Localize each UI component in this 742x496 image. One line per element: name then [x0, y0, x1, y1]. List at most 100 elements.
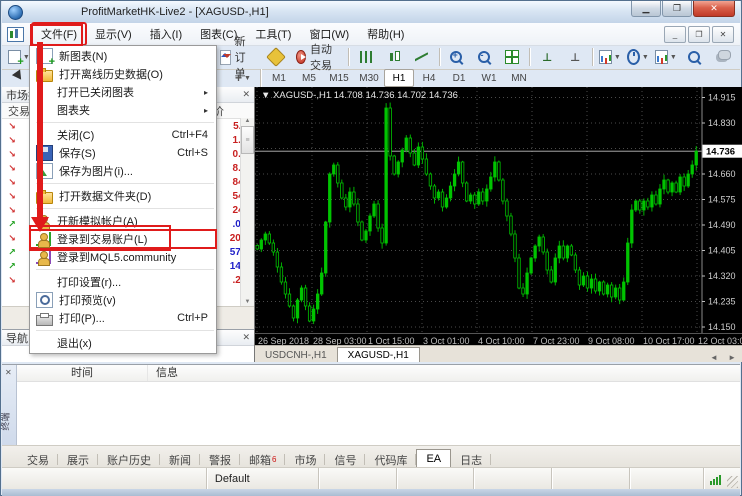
autotrading-button[interactable]: 自动交易: [290, 46, 345, 68]
chart-window[interactable]: 14.91514.83014.66014.57514.49014.40514.3…: [254, 87, 742, 362]
terminal-tab-账户历史[interactable]: 账户历史: [98, 451, 160, 468]
menu-item-shortcut: Ctrl+S: [177, 147, 208, 159]
zoom-out-icon: -: [478, 51, 490, 63]
bar-chart-icon: [360, 51, 372, 63]
file-menu-item-5[interactable]: 关闭(C)Ctrl+F4: [30, 126, 216, 144]
timeframe-m1-button[interactable]: M1: [264, 69, 294, 87]
metaeditor-button[interactable]: [262, 46, 290, 68]
no-icon: [36, 85, 51, 99]
toolbar-separator: [439, 48, 440, 66]
file-menu-item-9[interactable]: 打开数据文件夹(D): [30, 187, 216, 205]
file-menu-item-7[interactable]: 保存为图片(i)...: [30, 162, 216, 180]
file-menu-dropdown: 新图表(N)打开离线历史数据(O)打开已关闭图表 ▸ 图表夹▸ 关闭(C)Ctrl+F…: [29, 45, 217, 354]
file-menu-item-19[interactable]: 退出(x): [30, 334, 216, 352]
terminal-tab-日志[interactable]: 日志: [451, 451, 491, 468]
file-menu-item-12[interactable]: 登录到交易账户(L): [30, 230, 216, 248]
line-chart-button[interactable]: [408, 46, 436, 68]
new-order-button[interactable]: 新订单: [214, 46, 262, 68]
bar-chart-button[interactable]: [352, 46, 380, 68]
close-button[interactable]: ✕: [693, 1, 735, 17]
file-menu-item-0[interactable]: 新图表(N): [30, 47, 216, 65]
app-logo-icon: [8, 5, 23, 20]
terminal-body: [17, 382, 740, 446]
price-up-icon: ↗: [2, 261, 19, 272]
price-up-icon: ↗: [2, 247, 19, 258]
zoom-in-button[interactable]: +: [442, 46, 470, 68]
terminal-close-icon[interactable]: ✕: [5, 368, 12, 377]
search-button[interactable]: [680, 46, 708, 68]
file-menu-item-6[interactable]: 保存(S)Ctrl+S: [30, 144, 216, 162]
file-menu-item-2[interactable]: 打开已关闭图表 ▸: [30, 83, 216, 101]
file-menu-item-16[interactable]: 打印预览(v): [30, 291, 216, 309]
menu-help[interactable]: 帮助(H): [358, 23, 413, 45]
candlestick-chart-icon: [388, 51, 400, 63]
new-order-icon: [220, 50, 230, 65]
toolbar-separator: [260, 69, 261, 87]
timeframe-d1-button[interactable]: D1: [444, 69, 474, 87]
candlestick-chart[interactable]: 14.91514.83014.66014.57514.49014.40514.3…: [255, 87, 742, 333]
timeframe-m5-button[interactable]: M5: [294, 69, 324, 87]
no-icon: [36, 128, 51, 142]
menu-file[interactable]: 文件(F): [32, 23, 86, 45]
file-menu-item-11[interactable]: 开新模拟帐户(A): [30, 212, 216, 230]
terminal-tab-信号[interactable]: 信号: [325, 451, 365, 468]
timeframe-m15-button[interactable]: M15: [324, 69, 354, 87]
community-chat-button[interactable]: [708, 46, 736, 68]
resize-grip[interactable]: [727, 476, 738, 488]
menu-bar-items: 文件(F)显示(V)插入(I)图表(C)工具(T)窗口(W)帮助(H): [32, 23, 413, 45]
restore-button[interactable]: ❐: [662, 1, 692, 17]
market-watch-scrollbar[interactable]: ▲ ≡ ▼: [240, 118, 254, 306]
tile-windows-button[interactable]: [498, 46, 526, 68]
profile-name: Default: [215, 473, 250, 485]
newchart-icon: [36, 48, 53, 64]
child-close-button[interactable]: ✕: [712, 26, 734, 43]
timeframe-w1-button[interactable]: W1: [474, 69, 504, 87]
timeframe-h4-button[interactable]: H4: [414, 69, 444, 87]
file-menu-item-15[interactable]: 打印设置(r)...: [30, 273, 216, 291]
terminal-tab-警报[interactable]: 警报: [200, 451, 240, 468]
svg-text:14.320: 14.320: [708, 271, 736, 281]
timeframe-m30-button[interactable]: M30: [354, 69, 384, 87]
auto-scroll-button[interactable]: ⊥: [533, 46, 561, 68]
menu-item-label: 打开已关闭图表: [57, 84, 196, 100]
templates-button[interactable]: ▼: [652, 46, 680, 68]
chart-tab-scroll-icons[interactable]: ◄ ►: [710, 353, 740, 362]
candlestick-chart-button[interactable]: [380, 46, 408, 68]
market-watch-close-icon[interactable]: ✕: [242, 89, 250, 100]
indicators-button[interactable]: ▼: [596, 46, 624, 68]
file-menu-item-17[interactable]: 打印(P)...Ctrl+P: [30, 309, 216, 327]
scrollbar-thumb[interactable]: ≡: [241, 126, 254, 154]
profile-selector[interactable]: Default: [207, 468, 319, 490]
file-menu-item-3[interactable]: 图表夹▸: [30, 101, 216, 119]
new-chart-icon: [8, 50, 21, 64]
file-menu-item-1[interactable]: 打开离线历史数据(O): [30, 65, 216, 83]
scroll-up-icon[interactable]: ▲: [245, 118, 251, 124]
chart-tab-xagusdh1[interactable]: XAGUSD-,H1: [337, 347, 420, 362]
menu-item-label: 保存为图片(i)...: [59, 163, 208, 179]
terminal-side-label: 终端: [0, 412, 12, 430]
child-minimize-button[interactable]: _: [664, 26, 686, 43]
terminal-tab-代码库[interactable]: 代码库: [365, 451, 416, 468]
timeframe-mn-button[interactable]: MN: [504, 69, 534, 87]
scroll-down-icon[interactable]: ▼: [245, 299, 251, 305]
minimize-button[interactable]: ▁: [631, 1, 661, 17]
periods-button[interactable]: ▼: [624, 46, 652, 68]
chart-shift-button[interactable]: ⊥: [561, 46, 589, 68]
menu-view[interactable]: 显示(V): [86, 23, 141, 45]
terminal-tab-ea[interactable]: EA: [416, 449, 451, 468]
menu-insert[interactable]: 插入(I): [141, 23, 191, 45]
line-tools-button[interactable]: +▼: [229, 67, 257, 89]
file-menu-item-13[interactable]: 登录到MQL5.community: [30, 248, 216, 266]
zoom-out-button[interactable]: -: [470, 46, 498, 68]
userlogin-icon: [36, 232, 51, 246]
chart-tab-usdcnhh1[interactable]: USDCNH-,H1: [255, 348, 337, 362]
navigator-close-icon[interactable]: ✕: [242, 332, 250, 343]
terminal-tab-新闻[interactable]: 新闻: [160, 451, 200, 468]
terminal-tab-邮箱[interactable]: 邮箱6: [240, 451, 285, 468]
child-restore-button[interactable]: ❐: [688, 26, 710, 43]
terminal-tab-市场[interactable]: 市场: [285, 451, 325, 468]
terminal-tab-交易[interactable]: 交易: [18, 451, 58, 468]
terminal-tab-展示[interactable]: 展示: [58, 451, 98, 468]
submenu-arrow-icon: ▸: [204, 88, 208, 97]
timeframe-h1-button[interactable]: H1: [384, 69, 414, 87]
